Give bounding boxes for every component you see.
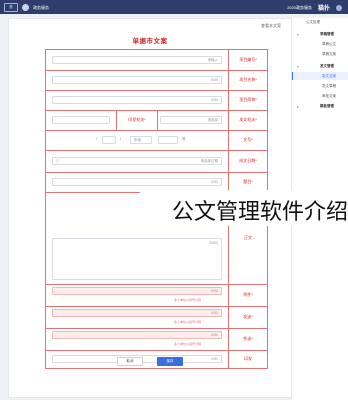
form-row-send: 0/50 多个单位以顿号分隔 发送* (46, 306, 267, 329)
form-row-cc: 0/50 多个单位以顿号分隔 抄送* (46, 328, 267, 351)
split-label: 印发机关* (116, 110, 158, 130)
row-label: 发送* (228, 306, 267, 328)
form-row-short: 0/50 项目简称* (46, 90, 267, 111)
wenhao-org-field[interactable] (102, 136, 116, 144)
wenhao-seq-field[interactable] (158, 136, 178, 144)
date-field[interactable]: ▢ 请选择日期 (52, 157, 222, 165)
bracket-open: 〔 (94, 137, 98, 141)
send-field[interactable]: 0/50 (52, 309, 222, 317)
bracket-close: 〕 (120, 137, 124, 141)
attach-field[interactable]: 0/50 (52, 287, 222, 295)
app-name: 政务服务 (33, 4, 49, 10)
form-row-number: 请输入 项目编号* (46, 50, 267, 71)
short-name-field[interactable]: 0/50 (52, 96, 222, 104)
row-label: 项目名称* (228, 70, 267, 90)
sidebar-item-0[interactable]: 公文处理 (292, 18, 348, 26)
org-select[interactable]: 请选择 (160, 116, 222, 124)
cancel-button[interactable]: 取消 (117, 357, 143, 366)
cc-hint: 多个单位以顿号分隔 (174, 342, 202, 346)
row-label: 附件* (228, 284, 267, 306)
row-label: 项目简称* (228, 90, 267, 110)
row-label: 抄送* (228, 328, 267, 350)
form-row-name: 0/50 项目名称* (46, 70, 267, 91)
title-field[interactable]: 0/50 (52, 178, 222, 186)
caption-overlay: 公文管理软件介绍 (140, 190, 348, 226)
sidebar-item-7[interactable]: 审批文案 (292, 92, 348, 100)
sidebar-item-2[interactable]: 草稿公文 (292, 40, 348, 48)
row-label: 题目* (228, 172, 267, 192)
form-row-org: 印发机关* 请选择 发文机关* (46, 110, 267, 131)
row-label: 印发 (228, 350, 267, 368)
org-select-left[interactable] (52, 116, 110, 124)
calendar-icon: ▢ (56, 159, 60, 163)
wenhao-suffix: 号 (182, 137, 186, 141)
attach-hint: 多个单位以顿号分隔 (174, 298, 202, 302)
sidebar-item-1[interactable]: 草稿管理 (292, 30, 348, 38)
top-bar: 首 政务服务 2020政务服务 猫扑 (0, 0, 348, 14)
logo: 猫扑 (317, 6, 330, 12)
menu-chip[interactable]: 首 (4, 3, 18, 12)
sidebar-item-3[interactable]: 草稿文案 (292, 50, 348, 58)
form-row-wenhao: 〔 〕 年度 号 文号* (46, 130, 267, 151)
save-button[interactable]: 保存 (157, 357, 183, 366)
row-label: 文号* (228, 130, 267, 150)
row-label: 项目编号* (228, 50, 267, 70)
user-text[interactable]: 2020政务服务 (287, 5, 312, 11)
cc-field[interactable]: 0/50 (52, 331, 222, 339)
sidebar-item-8[interactable]: 模板管理 (292, 102, 348, 110)
form-row-attach: 0/50 多个单位以顿号分隔 附件* (46, 284, 267, 307)
sidebar-item-4[interactable]: 发文管理 (292, 62, 348, 70)
caption-text: 公文管理软件介绍 (171, 200, 348, 225)
send-hint: 多个单位以顿号分隔 (174, 320, 202, 324)
sidebar-item-6[interactable]: 发文草稿 (292, 82, 348, 90)
settings-icon[interactable] (336, 4, 342, 11)
sidebar-item-5[interactable]: 发文文案 (292, 72, 348, 80)
body-textarea[interactable]: 0/500 (52, 238, 222, 280)
form-row-date: ▢ 请选择日期 成文日期* (46, 150, 267, 173)
row-label: 发文机关* (228, 110, 267, 130)
name-field[interactable]: 0/50 (52, 76, 222, 84)
row-label: 成文日期* (228, 150, 267, 172)
head-link[interactable]: 查看本文案 (261, 23, 281, 29)
wenhao-year-field[interactable]: 年度 (130, 136, 152, 144)
page-title: 单据市文案 (132, 38, 168, 45)
number-field[interactable]: 请输入 (52, 56, 222, 64)
avatar[interactable] (22, 4, 29, 11)
